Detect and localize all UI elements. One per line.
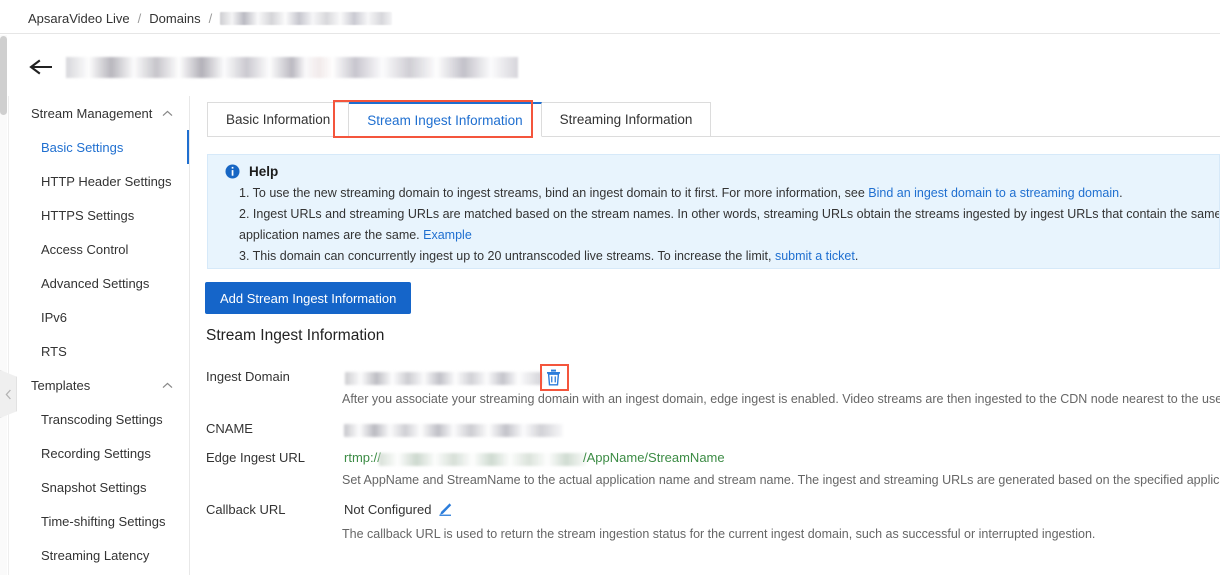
sidebar-group-label: Templates [31, 377, 91, 393]
sidebar-item-label: IPv6 [41, 309, 68, 325]
help-line-3: 3. This domain can concurrently ingest u… [239, 246, 1219, 267]
sidebar-collapse-button[interactable] [0, 370, 17, 418]
sidebar-item-rts[interactable]: RTS [9, 334, 189, 368]
help-line-2: 2. Ingest URLs and streaming URLs are ma… [239, 204, 1219, 225]
tab-streaming-information[interactable]: Streaming Information [541, 102, 712, 137]
sidebar: Stream Management Basic Settings HTTP He… [8, 96, 190, 575]
sidebar-item-label: HTTPS Settings [41, 207, 135, 223]
breadcrumb-item-domain-redacted [220, 11, 393, 25]
sidebar-item-transcoding-settings[interactable]: Transcoding Settings [9, 402, 189, 436]
sidebar-item-label: Basic Settings [41, 139, 124, 155]
help-header: Help [208, 155, 1219, 179]
label-edge-ingest-url: Edge Ingest URL [206, 450, 306, 465]
page-title-row [28, 52, 518, 82]
help-line-1-text: 1. To use the new streaming domain to in… [239, 186, 869, 200]
desc-ingest-domain: After you associate your streaming domai… [342, 392, 1220, 406]
sidebar-item-snapshot-settings[interactable]: Snapshot Settings [9, 470, 189, 504]
help-line-3-suffix: . [854, 249, 859, 263]
help-panel: Help 1. To use the new streaming domain … [207, 154, 1220, 269]
sidebar-item-basic-settings[interactable]: Basic Settings [9, 130, 189, 164]
help-line-1: 1. To use the new streaming domain to in… [239, 183, 1219, 204]
sidebar-item-advanced-settings[interactable]: Advanced Settings [9, 266, 189, 300]
page-root: ApsaraVideo Live / Domains / Stream Mana… [0, 0, 1220, 575]
tab-label: Basic Information [226, 112, 331, 127]
sidebar-item-label: Recording Settings [41, 445, 151, 461]
tab-label: Streaming Information [559, 112, 693, 127]
help-line-2-cont: application names are the same. Example [239, 225, 1219, 246]
sidebar-group-templates[interactable]: Templates [9, 368, 189, 402]
label-ingest-domain: Ingest Domain [206, 369, 290, 384]
link-example[interactable]: Example [423, 228, 472, 242]
help-lines: 1. To use the new streaming domain to in… [208, 179, 1219, 267]
sidebar-item-streaming-latency[interactable]: Streaming Latency [9, 538, 189, 572]
breadcrumb-separator: / [137, 10, 142, 26]
sidebar-item-http-header-settings[interactable]: HTTP Header Settings [9, 164, 189, 198]
header-divider [0, 33, 1220, 34]
pencil-edit-icon[interactable] [438, 502, 452, 516]
help-line-2-cont-text: application names are the same. [239, 228, 424, 242]
desc-callback-url: The callback URL is used to return the s… [342, 527, 1096, 541]
help-line-3-text: 3. This domain can concurrently ingest u… [239, 249, 775, 263]
breadcrumb: ApsaraVideo Live / Domains / [28, 8, 393, 28]
help-line-1-suffix: . [1119, 186, 1123, 200]
value-edge-ingest-url-prefix: rtmp:// [344, 450, 381, 465]
sidebar-item-ipv6[interactable]: IPv6 [9, 300, 189, 334]
value-edge-ingest-url-suffix: /AppName/StreamName [583, 450, 725, 465]
breadcrumb-item-apsaravideo-live[interactable]: ApsaraVideo Live [28, 11, 130, 26]
info-circle-icon [225, 164, 240, 179]
desc-edge-ingest-url: Set AppName and StreamName to the actual… [342, 473, 1220, 487]
breadcrumb-item-domains[interactable]: Domains [149, 11, 200, 26]
value-cname-redacted [344, 424, 563, 437]
back-arrow-icon[interactable] [28, 56, 54, 78]
sidebar-item-label: Time-shifting Settings [41, 513, 166, 529]
tabbar: Basic Information Stream Ingest Informat… [207, 102, 712, 137]
tab-basic-information[interactable]: Basic Information [207, 102, 350, 137]
sidebar-item-label: Advanced Settings [41, 275, 150, 291]
sidebar-item-label: HTTP Header Settings [41, 173, 172, 189]
chevron-up-icon [162, 382, 173, 388]
tab-label: Stream Ingest Information [367, 112, 523, 128]
sidebar-item-label: Streaming Latency [41, 547, 150, 563]
sidebar-item-access-control[interactable]: Access Control [9, 232, 189, 266]
page-scrollbar-thumb[interactable] [0, 36, 7, 115]
sidebar-item-https-settings[interactable]: HTTPS Settings [9, 198, 189, 232]
sidebar-item-label: Transcoding Settings [41, 411, 163, 427]
label-callback-url: Callback URL [206, 502, 286, 517]
value-callback-url: Not Configured [344, 502, 432, 517]
section-title: Stream Ingest Information [206, 327, 385, 344]
chevron-left-icon [5, 389, 11, 399]
page-title-redacted [66, 56, 518, 78]
sidebar-item-recording-settings[interactable]: Recording Settings [9, 436, 189, 470]
sidebar-group-label: Stream Management [31, 105, 153, 121]
value-edge-ingest-url-redacted [379, 453, 587, 466]
add-stream-ingest-information-button[interactable]: Add Stream Ingest Information [205, 282, 412, 314]
label-cname: CNAME [206, 421, 253, 436]
sidebar-item-label: Access Control [41, 241, 129, 257]
link-submit-a-ticket[interactable]: submit a ticket [775, 249, 855, 263]
breadcrumb-separator: / [208, 10, 213, 26]
sidebar-item-time-shifting-settings[interactable]: Time-shifting Settings [9, 504, 189, 538]
help-line-2-text: 2. Ingest URLs and streaming URLs are ma… [239, 207, 1220, 221]
help-title: Help [249, 164, 279, 179]
page-scrollbar-track[interactable] [0, 35, 7, 575]
tab-stream-ingest-information[interactable]: Stream Ingest Information [349, 102, 542, 137]
link-bind-ingest-domain[interactable]: Bind an ingest domain to a streaming dom… [868, 186, 1119, 200]
chevron-up-icon [162, 110, 173, 116]
sidebar-item-label: Snapshot Settings [41, 479, 147, 495]
sidebar-item-label: RTS [41, 343, 67, 359]
trash-icon[interactable] [546, 369, 561, 386]
value-ingest-domain-redacted [345, 372, 542, 385]
sidebar-group-stream-management[interactable]: Stream Management [9, 96, 189, 130]
